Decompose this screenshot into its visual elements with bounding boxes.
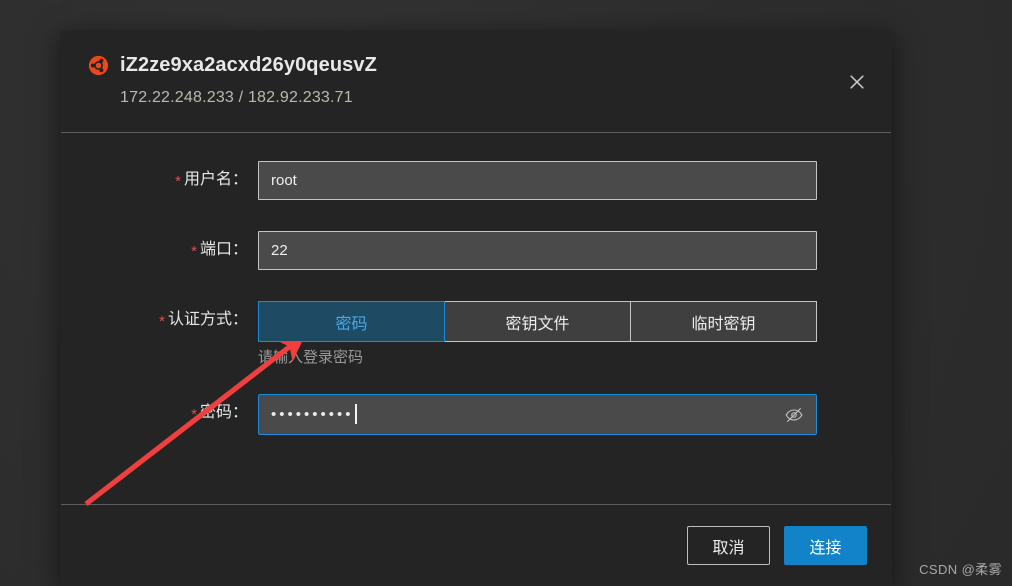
password-label-text: 密码： [199, 404, 248, 421]
auth-method-segmented-control: 密码 密钥文件 临时密钥 [258, 301, 817, 342]
password-label: * 密码： [60, 394, 258, 432]
server-ip-addresses: 172.22.248.233 / 182.92.233.71 [120, 89, 353, 106]
auth-tab-key-file[interactable]: 密钥文件 [445, 301, 631, 342]
form-row-auth-method: * 认证方式： 密码 密钥文件 临时密钥 请输入登录密码 [60, 301, 892, 368]
row-spacer-2 [60, 270, 892, 301]
required-marker: * [191, 243, 197, 260]
required-marker: * [191, 406, 197, 423]
footer-divider [61, 504, 891, 505]
connect-button[interactable]: 连接 [784, 526, 867, 565]
auth-tab-temp-key[interactable]: 临时密钥 [631, 301, 817, 342]
form-row-password: * 密码： •••••••••• [60, 394, 892, 435]
password-field-wrap: •••••••••• [258, 394, 817, 435]
auth-tab-password[interactable]: 密码 [258, 301, 445, 342]
dialog-title-row: iZ2ze9xa2acxd26y0qeusvZ [88, 50, 864, 80]
required-marker: * [175, 173, 181, 190]
port-label: * 端口： [60, 231, 258, 269]
auth-method-label-text: 认证方式： [167, 311, 248, 328]
ssh-connect-dialog: iZ2ze9xa2acxd26y0qeusvZ 172.22.248.233 /… [60, 30, 892, 586]
cancel-button[interactable]: 取消 [687, 526, 770, 565]
text-caret [354, 403, 357, 424]
required-marker: * [159, 313, 165, 330]
password-input[interactable]: •••••••••• [258, 394, 817, 435]
username-field-wrap [258, 161, 817, 200]
page-title: iZ2ze9xa2acxd26y0qeusvZ [120, 53, 377, 76]
port-input[interactable] [258, 231, 817, 270]
dialog-body: *用户名： *端口： *认证方式： 密码 密钥 [60, 133, 892, 504]
password-masked-value: •••••••••• [271, 406, 354, 423]
dialog-footer: 取消 连接 [60, 505, 892, 586]
port-label-text: 端口： [199, 241, 248, 258]
form-row-port: * 端口： [60, 231, 892, 270]
close-icon[interactable] [844, 69, 870, 95]
username-label-text: 用户名： [183, 171, 248, 188]
row-spacer-3 [60, 368, 892, 394]
row-spacer-1 [60, 200, 892, 231]
username-input[interactable] [258, 161, 817, 200]
form-row-username: * 用户名： [60, 161, 892, 200]
dialog-header: iZ2ze9xa2acxd26y0qeusvZ 172.22.248.233 /… [60, 30, 892, 132]
auth-method-label: * 认证方式： [60, 301, 258, 339]
csdn-watermark: CSDN @柔雾 [919, 562, 1002, 577]
auth-method-helper-text: 请输入登录密码 [258, 349, 364, 366]
auth-method-field-wrap: 密码 密钥文件 临时密钥 请输入登录密码 [258, 301, 817, 368]
ubuntu-logo-icon [88, 55, 109, 76]
username-label: * 用户名： [60, 161, 258, 199]
eye-slash-icon[interactable] [784, 405, 804, 425]
port-field-wrap [258, 231, 817, 270]
